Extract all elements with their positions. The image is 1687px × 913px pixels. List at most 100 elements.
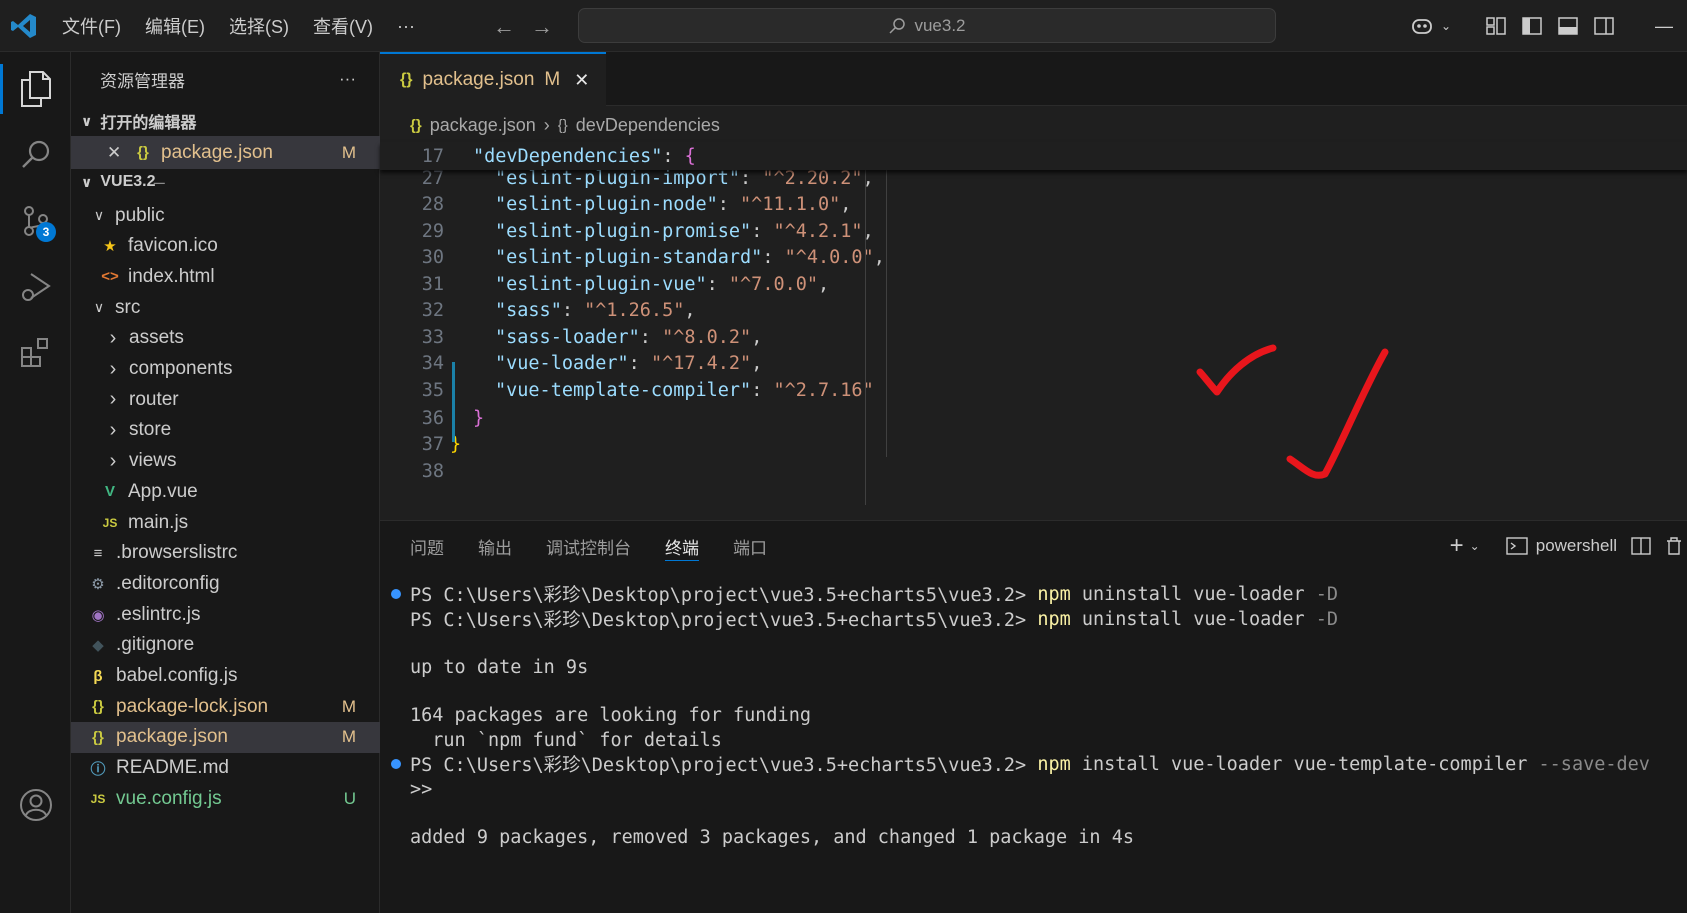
tree-item[interactable]: {} package.json M	[71, 721, 380, 753]
code-line[interactable]: 32 "sass": "^1.26.5",	[380, 297, 1687, 325]
tree-item[interactable]: › assets	[71, 323, 380, 354]
code-colon: :	[751, 220, 774, 242]
chevron-down-icon: ∨	[93, 299, 105, 316]
tree-item-name: favicon.ico	[128, 235, 218, 257]
code-line[interactable]: 33 "sass-loader": "^8.0.2",	[380, 323, 1687, 351]
search-activity[interactable]	[0, 122, 71, 188]
code-line[interactable]: 29 "eslint-plugin-promise": "^4.2.1",	[380, 217, 1687, 245]
chevron-down-icon[interactable]: ⌄	[1470, 539, 1480, 553]
terminal-line: >>	[410, 776, 432, 802]
menu-file[interactable]: 文件(F)	[62, 13, 121, 39]
code-line[interactable]: 31 "eslint-plugin-vue": "^7.0.0",	[380, 270, 1687, 298]
tab-debug-console[interactable]: 调试控制台	[546, 521, 631, 571]
vscode-logo-icon[interactable]	[10, 12, 38, 40]
tree-item[interactable]: › router	[71, 384, 380, 415]
chevron-down-icon[interactable]: ⌄	[1441, 19, 1451, 33]
customize-layout-icon[interactable]	[1485, 15, 1507, 37]
menu-more[interactable]: ···	[397, 16, 415, 37]
chevron-down-icon: ∨	[93, 207, 105, 223]
code-line[interactable]: 30 "eslint-plugin-standard": "^4.0.0",	[380, 244, 1687, 272]
code-line[interactable]: 35 "vue-template-compiler": "^2.7.16"	[380, 376, 1687, 404]
tab-output[interactable]: 输出	[478, 521, 512, 571]
tree-item[interactable]: ⓘ README.md	[71, 753, 380, 784]
sticky-scroll-line[interactable]: 17 "devDependencies": {	[380, 142, 1687, 170]
code-line[interactable]: 37 }	[380, 430, 1687, 458]
source-control-activity[interactable]: 3	[0, 188, 71, 254]
breadcrumb-symbol[interactable]: devDependencies	[576, 115, 720, 136]
modified-line-gutter	[452, 362, 455, 442]
command-decoration-dot[interactable]	[391, 759, 401, 769]
tree-item[interactable]: ∨ src	[71, 292, 380, 323]
toggle-primary-sidebar-icon[interactable]	[1521, 15, 1543, 37]
tree-item[interactable]: › store	[71, 415, 380, 446]
explorer-activity[interactable]	[0, 56, 71, 122]
json-file-icon: {}	[92, 698, 104, 716]
clipped-folder-row[interactable]: › node_modules	[95, 180, 355, 196]
code-line[interactable]: 36 }	[380, 404, 1687, 432]
run-debug-activity[interactable]	[0, 254, 71, 320]
editor-group: {} package.json M ✕ {} package.json › {}…	[380, 52, 1687, 520]
panel-actions: + ⌄ powershell	[1450, 521, 1687, 571]
code-comma: ,	[751, 353, 763, 374]
tree-item[interactable]: › components	[71, 354, 380, 385]
open-editor-item[interactable]: ✕ {} package.json M	[71, 136, 380, 169]
line-number: 38	[421, 460, 444, 482]
open-editors-section[interactable]: ∨ 打开的编辑器	[71, 106, 380, 136]
tree-item[interactable]: ◆ .gitignore	[71, 630, 380, 661]
tab-file-name: package.json	[422, 69, 535, 90]
code-colon: :	[717, 194, 741, 215]
terminal-text: 164 packages are looking for funding	[410, 704, 811, 726]
trash-icon[interactable]	[1665, 536, 1683, 556]
tree-item[interactable]: ⚙ .editorconfig	[71, 568, 380, 599]
terminal-flag: -D	[1315, 583, 1339, 605]
terminal-line: up to date in 9s	[410, 654, 588, 680]
split-terminal-icon[interactable]	[1631, 536, 1651, 556]
copilot-icon[interactable]	[1407, 15, 1437, 37]
tree-item[interactable]: JS vue.config.js U	[71, 783, 380, 814]
tree-item[interactable]: ★ favicon.ico	[71, 231, 380, 262]
extensions-activity[interactable]	[0, 320, 71, 386]
tab-ports[interactable]: 端口	[733, 521, 767, 571]
accounts-activity[interactable]	[0, 772, 71, 838]
forward-arrow-icon[interactable]: →	[531, 14, 553, 40]
minimize-window-icon[interactable]: —	[1655, 16, 1673, 37]
tab-terminal[interactable]: 终端	[665, 521, 699, 571]
breadcrumb-file[interactable]: package.json	[430, 115, 536, 136]
new-terminal-plus-icon[interactable]: +	[1450, 532, 1464, 560]
menu-edit[interactable]: 编辑(E)	[145, 13, 205, 39]
terminal-flag: --save-dev	[1538, 753, 1650, 775]
tree-item[interactable]: {} package-lock.json M	[71, 691, 380, 722]
command-decoration-dot[interactable]	[391, 589, 401, 599]
chevron-right-icon: ›	[543, 114, 550, 135]
close-icon[interactable]: ✕	[107, 143, 125, 163]
tab-problems[interactable]: 问题	[410, 521, 444, 571]
code-line[interactable]: 38	[380, 457, 1687, 485]
code-colon: :	[561, 300, 585, 321]
tree-item[interactable]: ≡ .browserslistrc	[71, 538, 380, 569]
tree-item[interactable]: ◉ .eslintrc.js	[71, 599, 380, 630]
tree-item[interactable]: JS main.js	[71, 507, 380, 538]
tree-item[interactable]: <> index.html	[71, 261, 380, 292]
more-actions-icon[interactable]: ···	[339, 69, 356, 89]
tree-item-name: store	[129, 419, 172, 441]
tree-item-name: package.json	[116, 726, 228, 748]
search-icon	[21, 140, 49, 168]
code-line[interactable]: 34 "vue-loader": "^17.4.2",	[380, 350, 1687, 378]
toggle-panel-icon[interactable]	[1557, 15, 1579, 37]
close-icon[interactable]: ✕	[574, 70, 589, 91]
command-center-search[interactable]: vue3.2	[578, 8, 1276, 43]
menu-selection[interactable]: 选择(S)	[229, 13, 289, 39]
toggle-secondary-sidebar-icon[interactable]	[1593, 15, 1615, 37]
back-arrow-icon[interactable]: ←	[493, 14, 515, 40]
code-value: "^11.1.0"	[740, 194, 841, 215]
tree-item[interactable]: › views	[71, 446, 380, 477]
tree-item[interactable]: V App.vue	[71, 476, 380, 507]
shell-name[interactable]: powershell	[1536, 536, 1617, 556]
tree-item[interactable]: β babel.config.js	[71, 661, 380, 692]
tab-package-json[interactable]: {} package.json M ✕	[380, 52, 606, 106]
tree-item[interactable]: ∨ public	[71, 200, 380, 231]
menu-view[interactable]: 查看(V)	[313, 13, 373, 39]
terminal-command: npm	[1037, 753, 1071, 775]
code-line[interactable]: 28 "eslint-plugin-node": "^11.1.0",	[380, 191, 1687, 219]
line-number: 34	[421, 353, 444, 374]
